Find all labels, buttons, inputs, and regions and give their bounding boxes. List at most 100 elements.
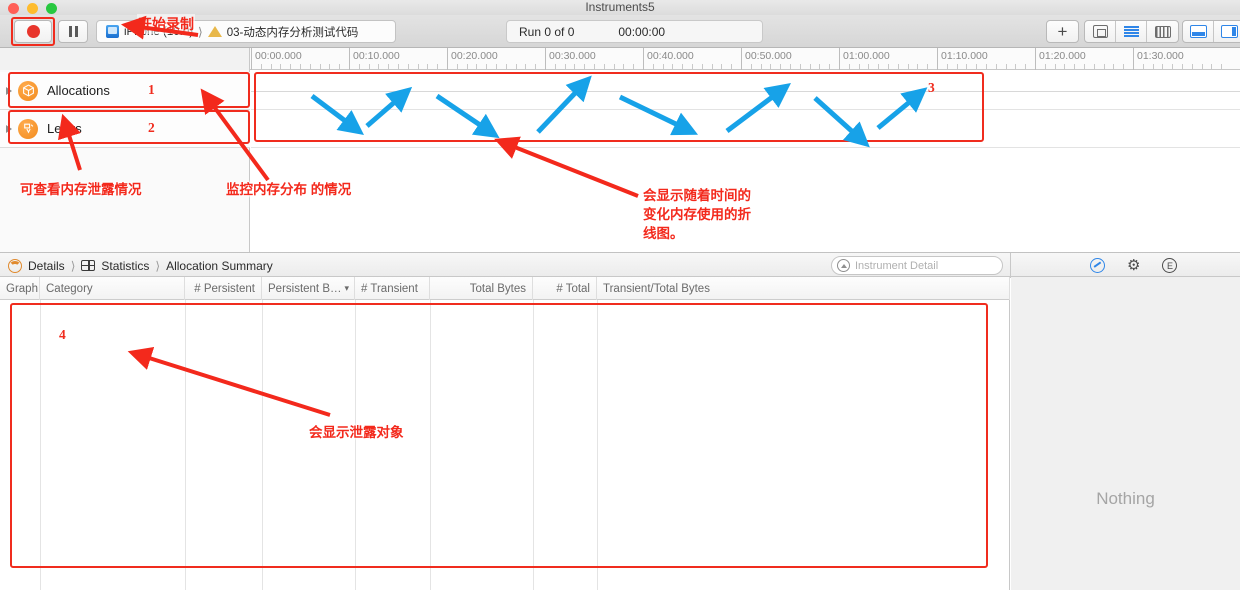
column-header[interactable]: # Total xyxy=(533,277,597,300)
ruler-minor-tick xyxy=(427,64,428,69)
ruler-minor-tick xyxy=(898,64,899,69)
ruler-minor-tick xyxy=(261,64,262,69)
track-lane-allocations[interactable] xyxy=(251,72,1240,110)
clock-icon[interactable] xyxy=(1090,258,1105,273)
chevron-down-icon[interactable]: ▾ xyxy=(345,283,350,294)
right-panel-icon xyxy=(1221,25,1238,38)
ruler-tick-label: 01:00.000 xyxy=(843,50,890,62)
table-header-row: Graph Category # PersistentPersistent B…▾ #… xyxy=(0,277,1010,300)
column-header[interactable]: Category xyxy=(40,277,185,300)
pause-button[interactable] xyxy=(58,20,88,43)
ruler-minor-tick xyxy=(947,64,948,69)
gear-icon[interactable]: ⚙ xyxy=(1127,258,1140,273)
ruler-minor-tick xyxy=(555,64,556,69)
table-body[interactable] xyxy=(0,300,1010,590)
device-icon xyxy=(106,25,119,38)
annotation-track-note: 会显示随着时间的 变化内存使用的折 线图。 xyxy=(643,186,751,243)
ruler-minor-tick xyxy=(957,64,958,69)
breadcrumb-item-details[interactable]: Details xyxy=(28,259,65,273)
run-count-label: Run 0 of 0 xyxy=(519,25,574,39)
ruler-minor-tick xyxy=(408,64,409,69)
ruler-minor-tick xyxy=(868,64,869,69)
ruler-minor-tick xyxy=(359,64,360,69)
add-instrument-button[interactable]: + xyxy=(1047,21,1078,42)
annotation-record-tag: 开始录制 xyxy=(137,14,195,34)
record-button[interactable] xyxy=(14,20,52,43)
track-area: Allocations Leaks xyxy=(0,70,1240,252)
ruler-tick: 00:10.000 xyxy=(349,48,350,70)
ruler-minor-tick xyxy=(300,64,301,69)
ruler-tick-label: 00:40.000 xyxy=(647,50,694,62)
ruler-minor-tick xyxy=(976,64,977,69)
ruler-minor-tick xyxy=(859,64,860,69)
ruler-minor-tick xyxy=(1074,64,1075,69)
ruler-minor-tick xyxy=(761,64,762,69)
ruler-minor-tick xyxy=(908,64,909,69)
instruments-view-button[interactable] xyxy=(1085,21,1116,42)
column-header-label: Transient/Total Bytes xyxy=(603,283,710,295)
scheme-icon xyxy=(208,26,222,37)
disclosure-triangle-icon[interactable] xyxy=(6,87,12,95)
chevron-right-icon: ⟩ xyxy=(198,25,203,39)
details-bar: Details ⟩ Statistics ⟩ Allocation Summar… xyxy=(0,252,1240,277)
instrument-row-allocations[interactable]: Allocations xyxy=(0,72,250,110)
pause-icon xyxy=(69,26,78,37)
ruler-tick-label: 00:10.000 xyxy=(353,50,400,62)
ruler-minor-tick xyxy=(388,64,389,69)
toggle-bottom-panel-button[interactable] xyxy=(1183,21,1214,42)
column-header[interactable]: Transient/Total Bytes xyxy=(597,277,1010,300)
list-view-button[interactable] xyxy=(1116,21,1147,42)
ruler-minor-tick xyxy=(790,64,791,69)
breadcrumb: Details ⟩ Statistics ⟩ Allocation Summar… xyxy=(8,253,273,278)
ruler-tick: 00:50.000 xyxy=(741,48,742,70)
column-divider xyxy=(262,300,263,590)
ruler-minor-tick xyxy=(1202,64,1203,69)
track-lane-leaks[interactable] xyxy=(251,110,1240,148)
breadcrumb-item-allocation-summary[interactable]: Allocation Summary xyxy=(166,259,273,273)
column-header-label: # Transient xyxy=(361,283,418,295)
ruler-minor-tick xyxy=(1113,64,1114,69)
statistics-icon xyxy=(81,260,95,271)
column-header[interactable]: # Persistent xyxy=(185,277,262,300)
inspector-toolbar: ⚙ E xyxy=(1090,253,1177,278)
title-bar: Instruments5 xyxy=(0,0,1240,15)
column-header[interactable]: Persistent B…▾ xyxy=(262,277,355,300)
ruler-minor-tick xyxy=(486,64,487,69)
keyboard-view-button[interactable] xyxy=(1147,21,1178,42)
ruler-minor-tick xyxy=(623,64,624,69)
ruler-minor-tick xyxy=(525,64,526,69)
annotation-marker-3: 3 xyxy=(928,80,935,96)
ruler-minor-tick xyxy=(849,64,850,69)
instrument-row-leaks[interactable]: Leaks xyxy=(0,110,250,148)
column-header[interactable]: Graph xyxy=(0,277,40,300)
target-scheme-label: 03-动态内存分析测试代码 xyxy=(227,24,359,40)
annotation-allocations-note: 监控内存分布 的情况 xyxy=(226,180,351,199)
instrument-label-allocations: Allocations xyxy=(47,83,110,98)
annotation-marker-1: 1 xyxy=(148,82,155,98)
column-divider xyxy=(597,300,598,590)
ruler-minor-tick xyxy=(721,64,722,69)
column-header-label: Category xyxy=(46,283,93,295)
ruler-minor-tick xyxy=(476,64,477,69)
ruler-minor-tick xyxy=(1094,64,1095,69)
column-divider xyxy=(533,300,534,590)
ruler-minor-tick xyxy=(1172,64,1173,69)
ruler-minor-tick xyxy=(927,64,928,69)
ruler-minor-tick xyxy=(310,64,311,69)
ruler-tick-label: 00:00.000 xyxy=(255,50,302,62)
column-header[interactable]: # Transient xyxy=(355,277,430,300)
column-header[interactable]: Total Bytes xyxy=(430,277,533,300)
disclosure-triangle-icon[interactable] xyxy=(6,125,12,133)
extension-icon[interactable]: E xyxy=(1162,258,1177,273)
column-divider xyxy=(430,300,431,590)
search-input[interactable]: Instrument Detail xyxy=(831,256,1003,275)
toggle-right-panel-button[interactable] xyxy=(1214,21,1240,42)
panel-toggle-group xyxy=(1182,20,1240,43)
ruler-minor-tick xyxy=(712,64,713,69)
ruler-minor-tick xyxy=(584,64,585,69)
timeline-ruler[interactable]: 00:00.00000:10.00000:20.00000:30.00000:4… xyxy=(0,48,1240,70)
ruler-minor-tick xyxy=(271,64,272,69)
ruler-minor-tick xyxy=(339,64,340,69)
window-title: Instruments5 xyxy=(0,0,1240,15)
breadcrumb-item-statistics[interactable]: Statistics xyxy=(101,259,149,273)
